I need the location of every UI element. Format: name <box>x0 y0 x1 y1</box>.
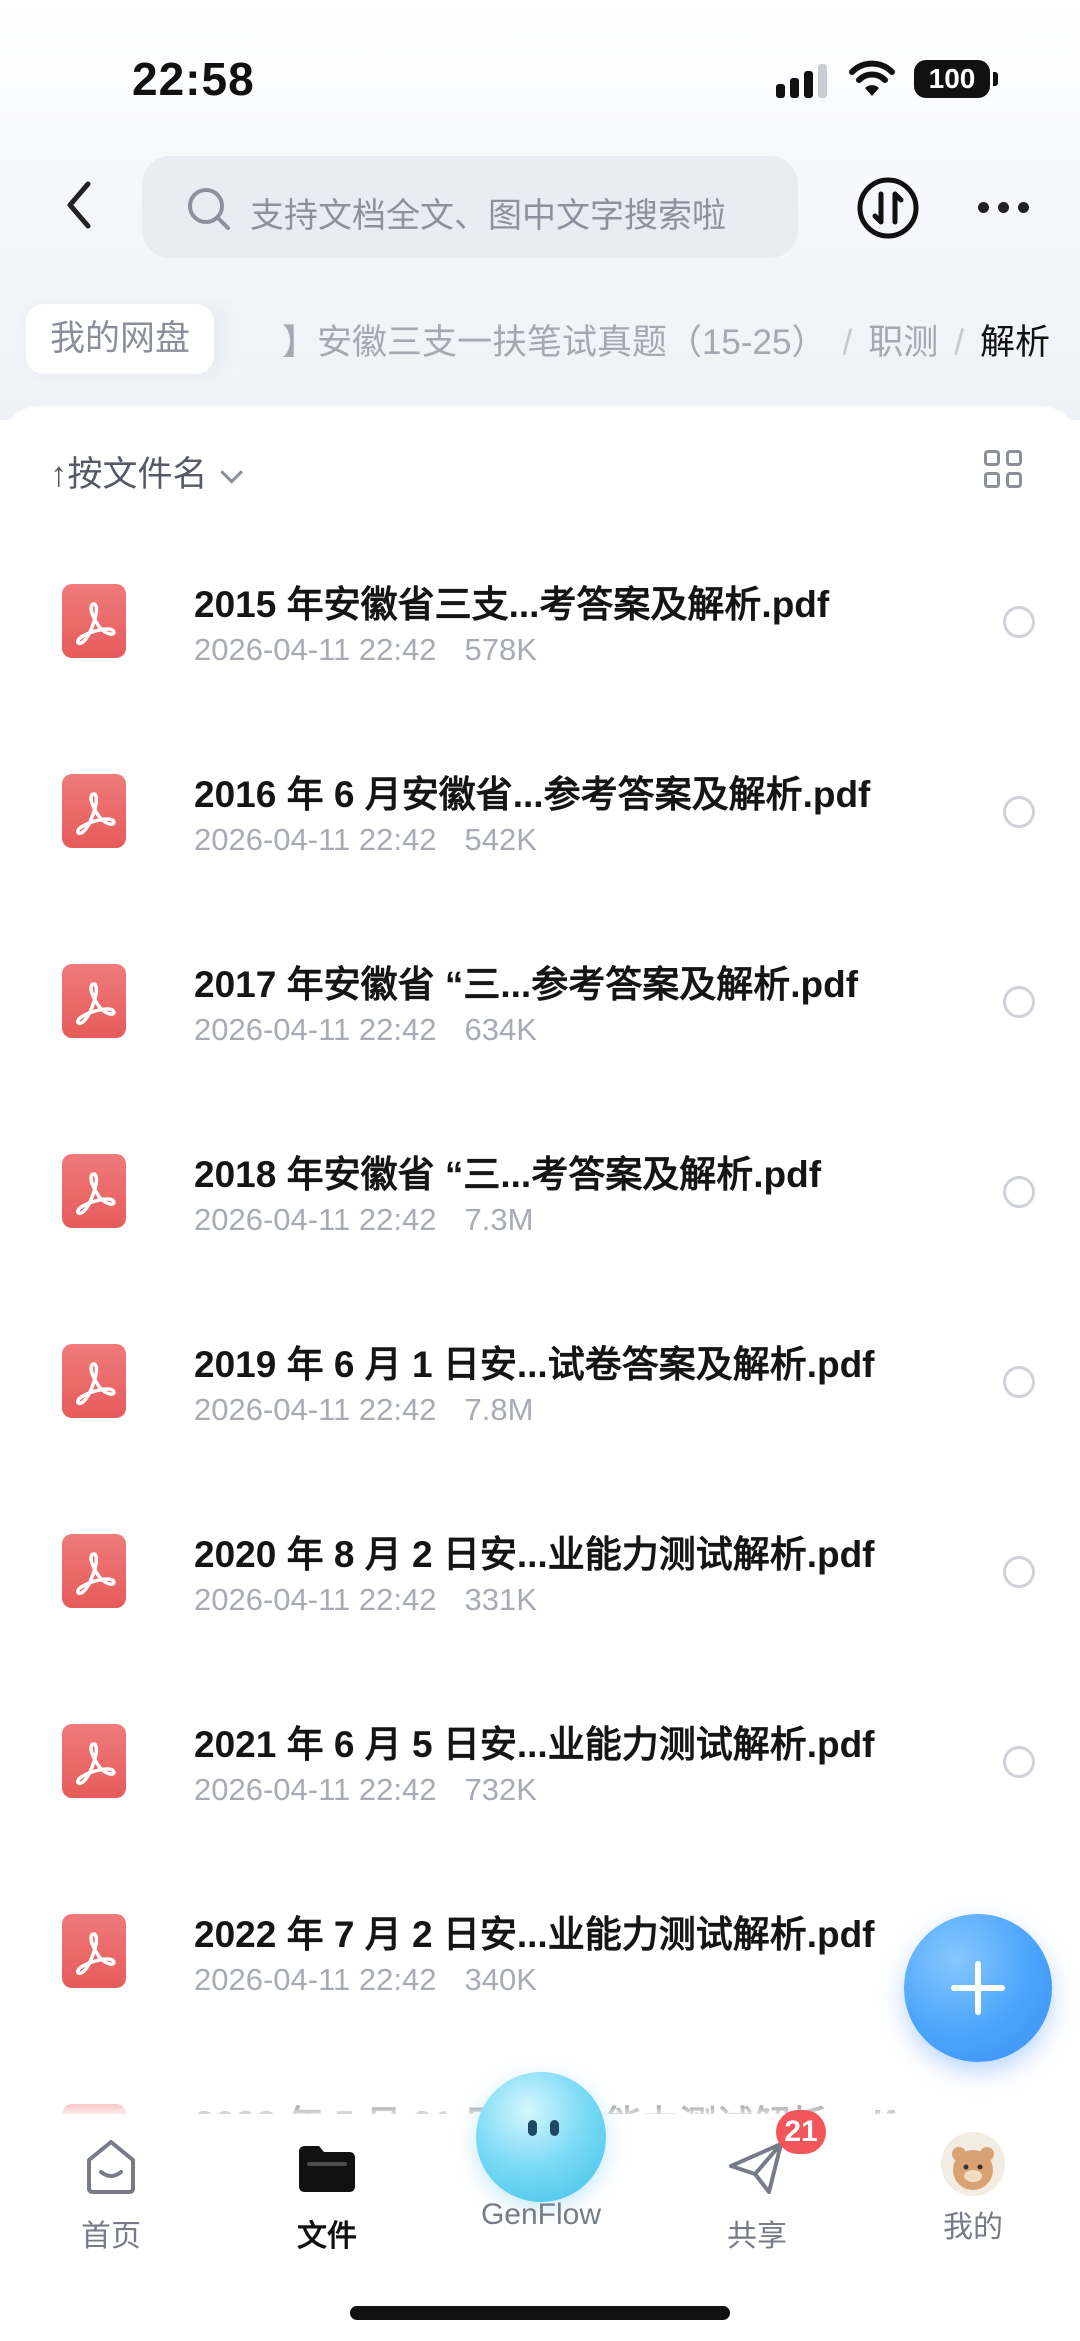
file-row[interactable]: 2019 年 6 月 1 日安...试卷答案及解析.pdf 2026-04-11 … <box>0 1296 1080 1486</box>
file-meta: 2026-04-11 22:42 542K <box>194 822 537 858</box>
select-checkbox[interactable] <box>1003 1556 1035 1588</box>
battery-icon: 100 <box>914 60 998 98</box>
home-icon <box>87 2140 135 2194</box>
file-name: 2022 年 7 月 2 日安...业能力测试解析.pdf <box>194 1914 875 1955</box>
nav-label: GenFlow <box>480 2198 602 2231</box>
file-size: 542K <box>464 822 537 857</box>
breadcrumb-item[interactable]: 】安徽三支一扶笔试真题（15-25） <box>282 323 827 362</box>
file-date: 2026-04-11 22:42 <box>194 1582 437 1617</box>
pdf-file-icon <box>62 1344 126 1418</box>
file-size: 634K <box>464 1012 537 1047</box>
pdf-file-icon <box>62 1914 126 1988</box>
select-checkbox[interactable] <box>1003 986 1035 1018</box>
wifi-icon <box>849 60 895 96</box>
file-size: 340K <box>464 1962 537 1997</box>
pdf-file-icon <box>62 964 126 1038</box>
nav-item-me[interactable]: 我的 <box>898 2132 1048 2246</box>
breadcrumb-fade <box>220 300 290 380</box>
file-date: 2026-04-11 22:42 <box>194 1202 437 1237</box>
home-indicator <box>350 2306 730 2320</box>
pdf-file-icon <box>62 1724 126 1798</box>
file-meta: 2026-04-11 22:42 7.8M <box>194 1392 533 1428</box>
file-date: 2026-04-11 22:42 <box>194 632 437 667</box>
file-meta: 2026-04-11 22:42 340K <box>194 1962 537 1998</box>
select-checkbox[interactable] <box>1003 1746 1035 1778</box>
file-name: 2019 年 6 月 1 日安...试卷答案及解析.pdf <box>194 1344 875 1385</box>
file-date: 2026-04-11 22:42 <box>194 1012 437 1047</box>
file-list: 2015 年安徽省三支...考答案及解析.pdf 2026-04-11 22:42… <box>0 536 1080 2126</box>
back-button[interactable] <box>50 170 110 240</box>
more-dot-icon <box>998 202 1009 213</box>
file-date: 2026-04-11 22:42 <box>194 1962 437 1997</box>
select-checkbox[interactable] <box>1003 796 1035 828</box>
sort-button[interactable]: ↑按文件名 <box>50 446 243 497</box>
breadcrumb: 】安徽三支一扶笔试真题（15-25） / 职测 / 解析 我的网盘 <box>0 300 1080 380</box>
nav-label: 首页 <box>81 2220 141 2253</box>
file-size: 732K <box>464 1772 537 1807</box>
file-size: 578K <box>464 632 537 667</box>
file-size: 7.8M <box>464 1392 534 1427</box>
cellular-signal-icon <box>776 62 832 98</box>
file-name: 2017 年安徽省 “三...参考答案及解析.pdf <box>194 964 859 1005</box>
file-date: 2026-04-11 22:42 <box>194 1392 437 1427</box>
file-meta: 2026-04-11 22:42 578K <box>194 632 537 668</box>
share-badge: 21 <box>776 2110 826 2154</box>
grid-view-icon[interactable] <box>984 450 1022 488</box>
file-row[interactable]: 2016 年 6 月安徽省...参考答案及解析.pdf 2026-04-11 22… <box>0 726 1080 916</box>
file-date: 2026-04-11 22:42 <box>194 1772 437 1807</box>
nav-label: 文件 <box>297 2220 357 2253</box>
folder-icon <box>299 2146 355 2192</box>
nav-item-files[interactable]: 文件 <box>252 2132 402 2255</box>
pdf-file-icon <box>62 774 126 848</box>
nav-label: 共享 <box>727 2220 787 2253</box>
file-row[interactable]: 2017 年安徽省 “三...参考答案及解析.pdf 2026-04-11 22:… <box>0 916 1080 1106</box>
file-panel: ↑按文件名 2015 年安徽省三支...考答案及解析.pdf 2026-04-11… <box>0 406 1080 2341</box>
select-checkbox[interactable] <box>1003 1176 1035 1208</box>
nav-item-home[interactable]: 首页 <box>36 2132 186 2255</box>
file-row[interactable]: 2020 年 8 月 2 日安...业能力测试解析.pdf 2026-04-11 … <box>0 1486 1080 1676</box>
avatar-icon <box>941 2132 1005 2196</box>
select-checkbox[interactable] <box>1003 606 1035 638</box>
breadcrumb-item[interactable]: 职测 <box>868 323 938 362</box>
nav-label: 我的 <box>943 2211 1003 2244</box>
file-name: 2015 年安徽省三支...考答案及解析.pdf <box>194 584 830 625</box>
file-name: 2020 年 8 月 2 日安...业能力测试解析.pdf <box>194 1534 875 1575</box>
more-options-button[interactable] <box>974 190 1034 226</box>
file-date: 2026-04-11 22:42 <box>194 822 437 857</box>
file-name: 2018 年安徽省 “三...考答案及解析.pdf <box>194 1154 822 1195</box>
transfer-icon[interactable] <box>856 176 920 240</box>
status-time: 22:58 <box>132 53 255 105</box>
file-meta: 2026-04-11 22:42 7.3M <box>194 1202 533 1238</box>
search-icon <box>188 188 230 230</box>
file-row[interactable]: 2021 年 6 月 5 日安...业能力测试解析.pdf 2026-04-11 … <box>0 1676 1080 1866</box>
file-meta: 2026-04-11 22:42 634K <box>194 1012 537 1048</box>
breadcrumb-path: 】安徽三支一扶笔试真题（15-25） / 职测 / 解析 <box>281 323 1050 362</box>
file-row[interactable]: 2015 年安徽省三支...考答案及解析.pdf 2026-04-11 22:42… <box>0 536 1080 726</box>
more-dot-icon <box>1018 202 1029 213</box>
search-input[interactable]: 支持文档全文、图中文字搜索啦 <box>142 156 798 258</box>
status-bar: 22:58 100 <box>0 0 1080 150</box>
file-name: 2021 年 6 月 5 日安...业能力测试解析.pdf <box>194 1724 875 1765</box>
pdf-file-icon <box>62 1534 126 1608</box>
pdf-file-icon <box>62 1154 126 1228</box>
breadcrumb-root[interactable]: 我的网盘 <box>26 304 215 374</box>
select-checkbox[interactable] <box>1003 1366 1035 1398</box>
file-row[interactable]: 2018 年安徽省 “三...考答案及解析.pdf 2026-04-11 22:4… <box>0 1106 1080 1296</box>
chevron-down-icon <box>219 461 243 484</box>
file-meta: 2026-04-11 22:42 732K <box>194 1772 537 1808</box>
genflow-orb-icon <box>476 2072 606 2202</box>
sort-label: ↑按文件名 <box>50 455 208 494</box>
file-name: 2016 年 6 月安徽省...参考答案及解析.pdf <box>194 774 871 815</box>
file-size: 331K <box>464 1582 537 1617</box>
more-dot-icon <box>978 202 989 213</box>
file-meta: 2026-04-11 22:42 331K <box>194 1582 537 1618</box>
pdf-file-icon <box>62 584 126 658</box>
file-size: 7.3M <box>464 1202 534 1237</box>
search-placeholder: 支持文档全文、图中文字搜索啦 <box>250 197 726 235</box>
add-button[interactable] <box>904 1914 1052 2062</box>
breadcrumb-current: 解析 <box>979 323 1050 362</box>
